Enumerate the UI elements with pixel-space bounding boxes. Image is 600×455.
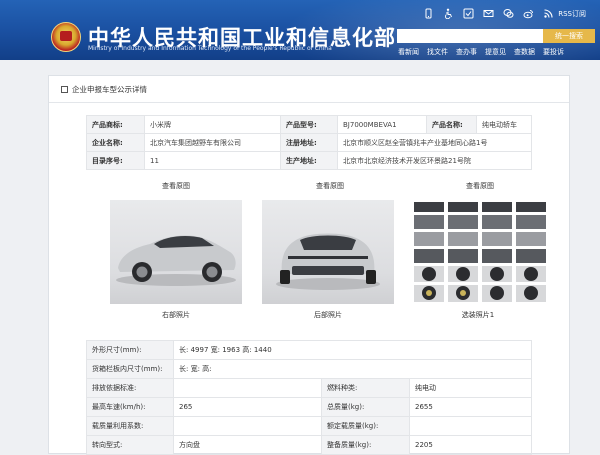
cargo-value: 长: 宽: 高: — [172, 359, 533, 379]
quick-nav: 看新闻 找文件 查办事 提意见 查数据 要投诉 — [398, 47, 564, 57]
dims-label: 外形尺寸(mm): — [86, 340, 174, 360]
top-utility-bar: RSS订阅 — [423, 8, 586, 19]
view-original-link[interactable]: 查看原图 — [106, 181, 246, 191]
prod-address-label: 生产地址: — [280, 151, 338, 170]
nav-feedback[interactable]: 提意见 — [485, 47, 506, 57]
reg-address-value: 北京市顺义区赵全营镇兆丰产业基地同心路1号 — [337, 133, 532, 152]
side-photo-caption: 右部照片 — [162, 311, 190, 319]
nav-news[interactable]: 看新闻 — [398, 47, 419, 57]
site-header: 中华人民共和国工业和信息化部 Ministry of Industry and … — [0, 0, 600, 60]
rated-load-value — [408, 416, 533, 436]
rated-load-label: 额定载质量(kg): — [321, 416, 410, 436]
search-input[interactable] — [397, 29, 543, 43]
reg-address-label: 注册地址: — [280, 133, 338, 152]
nav-services[interactable]: 查办事 — [456, 47, 477, 57]
basic-info-table: 产品商标: 小米牌 产品型号: BJ7000MBEVA1 产品名称: 纯电动轿车… — [86, 115, 532, 170]
product-brand-value: 小米牌 — [144, 115, 281, 134]
product-brand-label: 产品商标: — [86, 115, 145, 134]
table-row: 最高车速(km/h): 265 总质量(kg): 2655 — [86, 397, 533, 417]
mobile-icon[interactable] — [423, 8, 434, 19]
company-value: 北京汽车集团越野车有限公司 — [144, 133, 281, 152]
side-photo[interactable] — [110, 200, 242, 304]
table-row: 货箱栏板内尺寸(mm): 长: 宽: 高: — [86, 359, 533, 379]
nav-complaint[interactable]: 要投诉 — [543, 47, 564, 57]
care-mode-icon[interactable] — [463, 8, 474, 19]
company-label: 企业名称: — [86, 133, 145, 152]
view-original-link[interactable]: 查看原图 — [410, 181, 550, 191]
table-row: 产品商标: 小米牌 产品型号: BJ7000MBEVA1 产品名称: 纯电动轿车 — [86, 115, 532, 134]
section-title: 企业申报车型公示详情 — [72, 85, 147, 94]
catalog-no-label: 目录序号: — [86, 151, 145, 170]
view-original-link[interactable]: 查看原图 — [260, 181, 400, 191]
rear-photo-caption: 后部照片 — [314, 311, 342, 319]
optional-photo-caption: 选装照片1 — [461, 311, 495, 319]
table-row: 目录序号: 11 生产地址: 北京市北京经济技术开发区环景路21号院 — [86, 151, 532, 170]
national-emblem-icon — [51, 22, 81, 52]
table-row: 载质量利用系数: 额定载质量(kg): — [86, 416, 533, 436]
speed-value: 265 — [173, 397, 322, 417]
cargo-label: 货箱栏板内尺寸(mm): — [86, 359, 174, 379]
emission-value — [173, 378, 322, 398]
accessibility-icon[interactable] — [443, 8, 454, 19]
search-button[interactable]: 统一搜索 — [543, 29, 595, 43]
load-coef-value — [173, 416, 322, 436]
product-name-label: 产品名称: — [426, 115, 477, 134]
fuel-value: 纯电动 — [408, 378, 533, 398]
fuel-label: 燃料种类: — [321, 378, 410, 398]
product-model-label: 产品型号: — [280, 115, 338, 134]
vehicle-detail-card: 企业申报车型公示详情 产品商标: 小米牌 产品型号: BJ7000MBEVA1 … — [48, 75, 570, 455]
total-mass-label: 总质量(kg): — [321, 397, 410, 417]
table-row: 企业名称: 北京汽车集团越野车有限公司 注册地址: 北京市顺义区赵全营镇兆丰产业… — [86, 133, 532, 152]
emission-label: 排放依据标准: — [86, 378, 174, 398]
card-header: 企业申报车型公示详情 — [49, 76, 569, 103]
nav-files[interactable]: 找文件 — [427, 47, 448, 57]
prod-address-value: 北京市北京经济技术开发区环景路21号院 — [337, 151, 532, 170]
wechat-icon[interactable] — [503, 8, 514, 19]
nav-data[interactable]: 查数据 — [514, 47, 535, 57]
load-coef-label: 载质量利用系数: — [86, 416, 174, 436]
rss-label[interactable]: RSS订阅 — [558, 9, 586, 19]
spec-table: 外形尺寸(mm): 长: 4997 宽: 1963 高: 1440 货箱栏板内尺… — [86, 340, 533, 455]
product-name-value: 纯电动轿车 — [476, 115, 532, 134]
table-row: 外形尺寸(mm): 长: 4997 宽: 1963 高: 1440 — [86, 340, 533, 360]
weibo-icon[interactable] — [523, 8, 534, 19]
catalog-no-value: 11 — [144, 151, 281, 170]
rss-icon[interactable] — [543, 8, 554, 19]
site-subtitle: Ministry of Industry and Information Tec… — [88, 45, 332, 52]
product-model-value: BJ7000MBEVA1 — [337, 115, 427, 134]
mail-icon[interactable] — [483, 8, 494, 19]
speed-label: 最高车速(km/h): — [86, 397, 174, 417]
dims-value: 长: 4997 宽: 1963 高: 1440 — [172, 340, 533, 360]
optional-photo-grid[interactable] — [414, 200, 546, 304]
total-mass-value: 2655 — [408, 397, 533, 417]
section-marker-icon — [61, 86, 68, 93]
table-row: 排放依据标准: 燃料种类: 纯电动 — [86, 378, 533, 398]
rear-photo[interactable] — [262, 200, 394, 304]
